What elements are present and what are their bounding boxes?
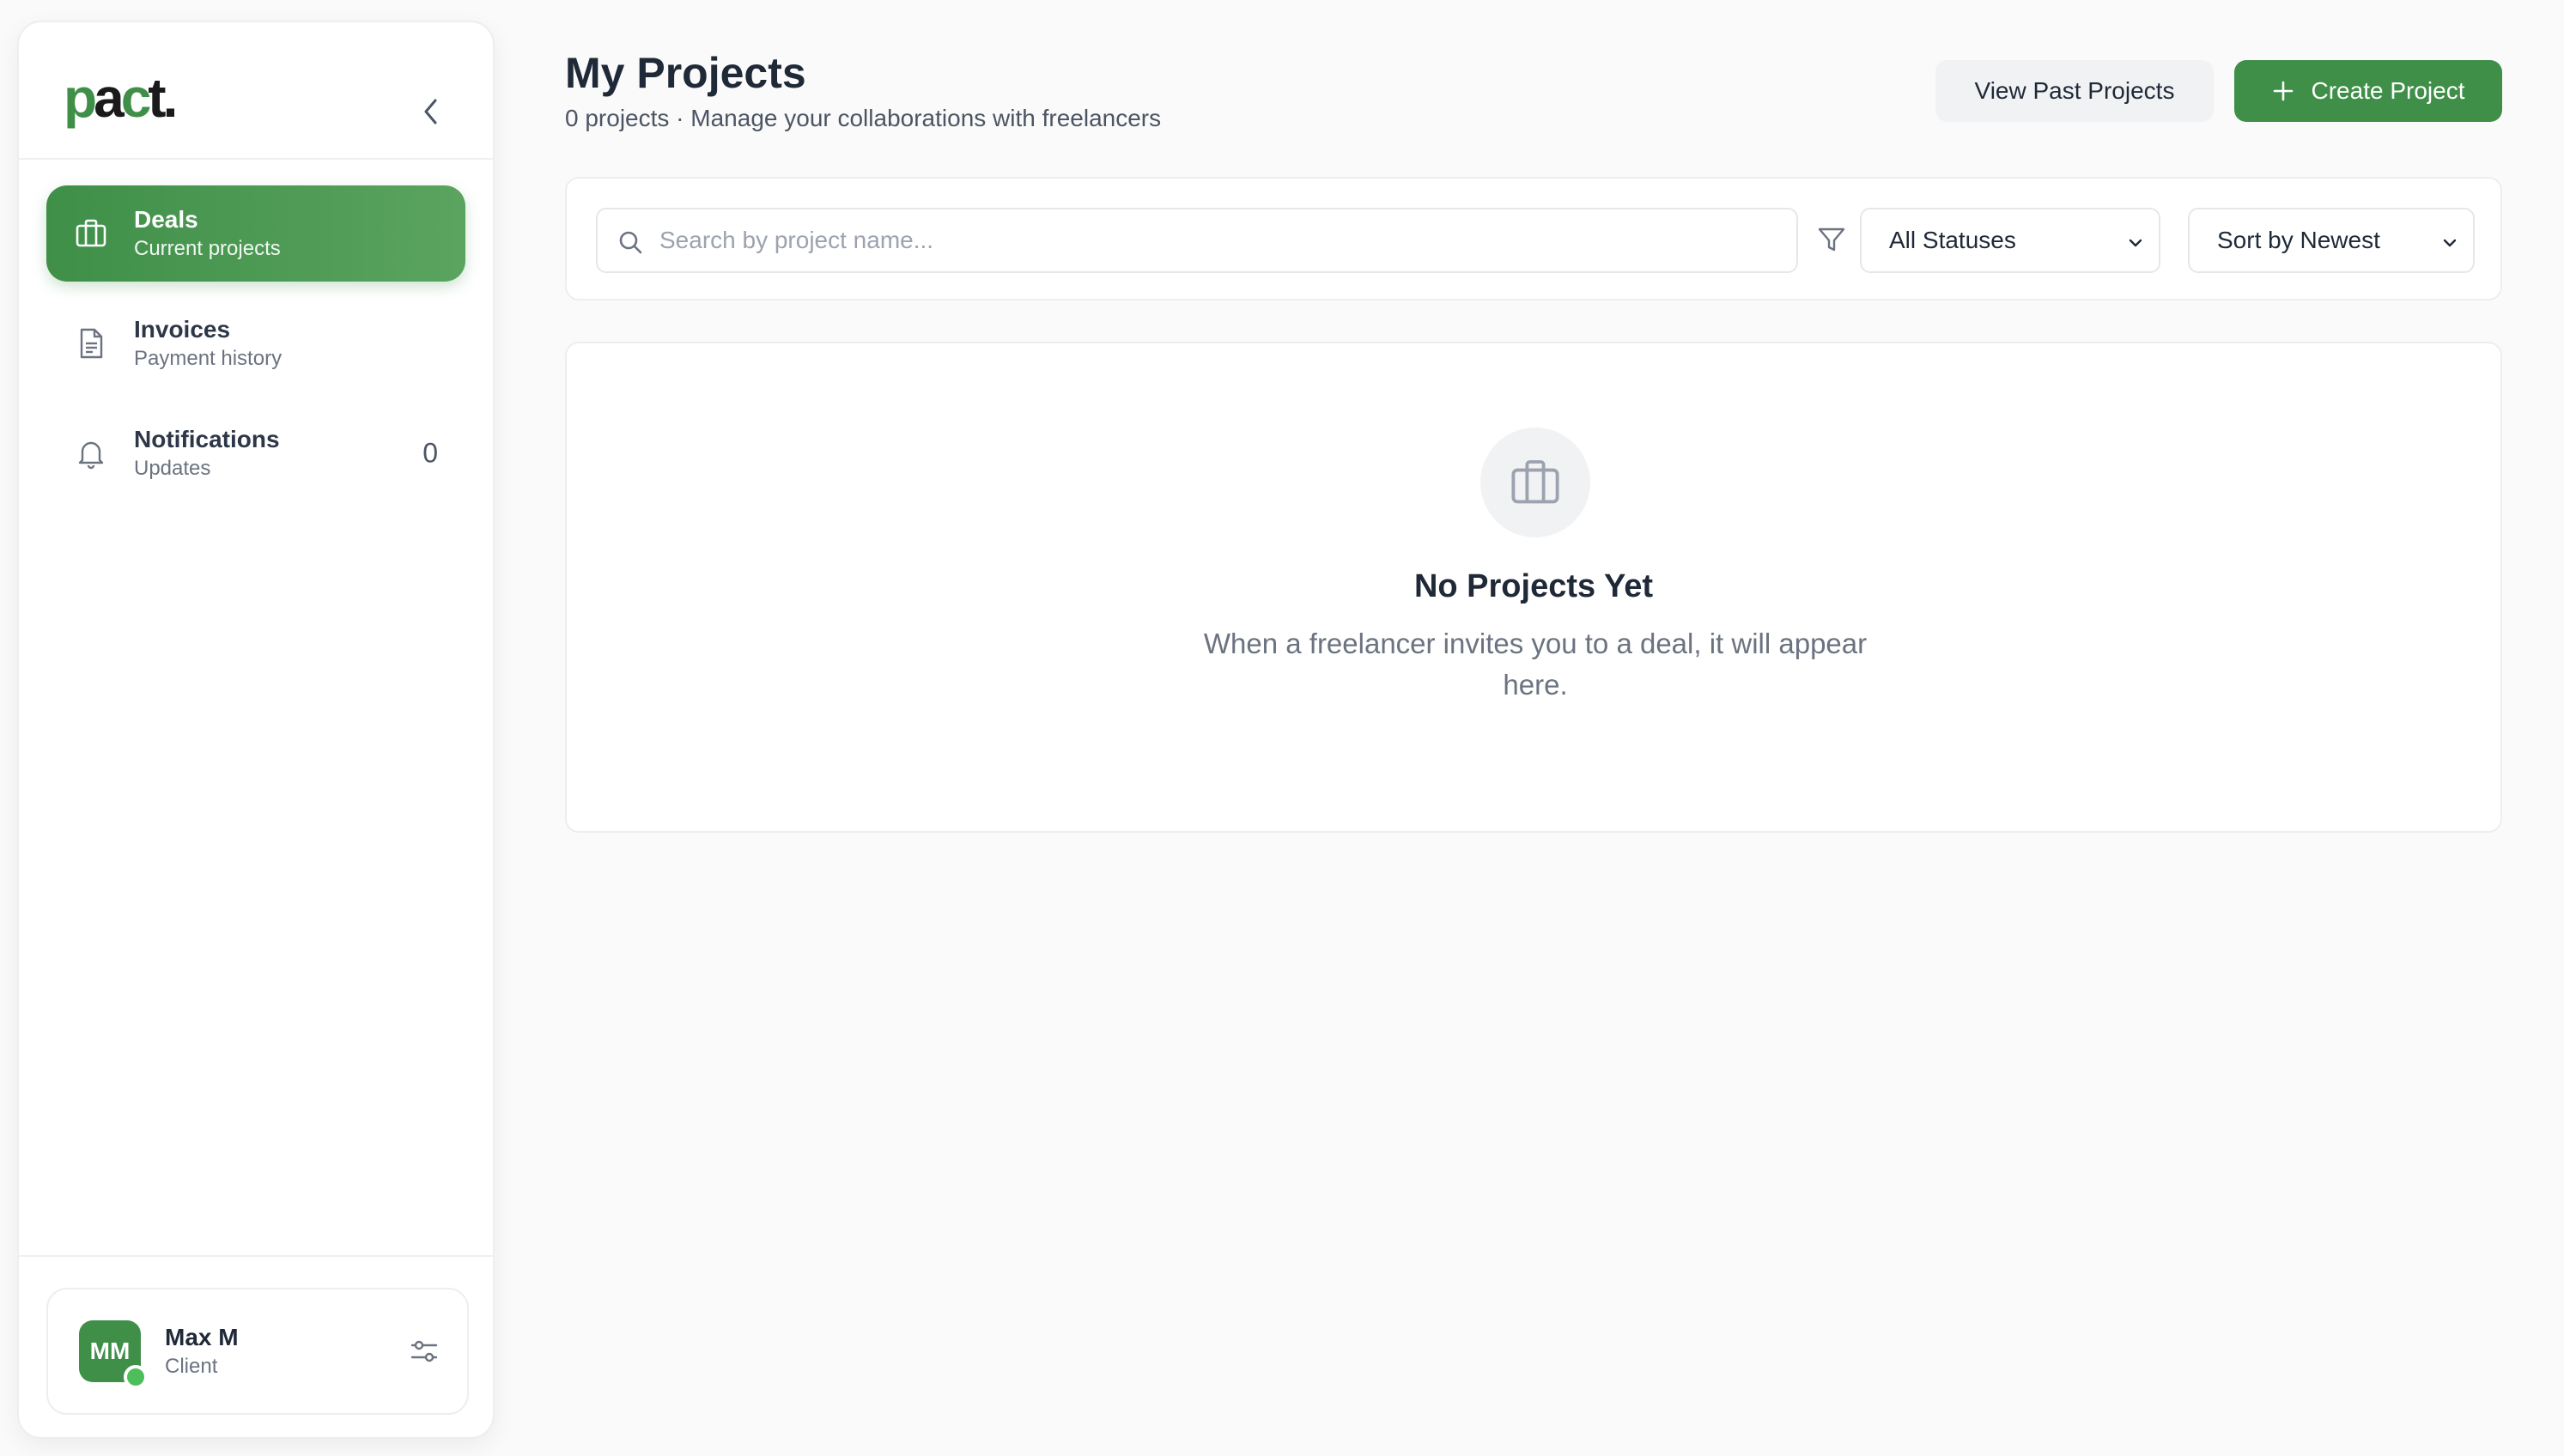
briefcase-icon <box>1511 460 1559 504</box>
sidebar-item-deals[interactable]: Deals Current projects <box>46 185 465 282</box>
search-box[interactable] <box>596 208 1798 273</box>
sidebar-item-notifications[interactable]: Notifications Updates 0 <box>46 405 465 501</box>
page-subtitle: 0 projects · Manage your collaborations … <box>565 105 1162 131</box>
chevron-down-icon <box>2129 239 2142 247</box>
document-icon <box>80 328 103 359</box>
sidebar-item-subtitle: Updates <box>134 457 211 480</box>
user-role: Client <box>165 1355 218 1378</box>
avatar-initials: MM <box>89 1338 131 1364</box>
plus-icon <box>2273 81 2293 101</box>
bell-icon <box>78 441 104 470</box>
pact-logo: pact. <box>64 67 179 129</box>
sidebar-collapse-button[interactable] <box>414 88 448 136</box>
sidebar-divider <box>19 1255 493 1257</box>
sidebar-item-title: Deals <box>134 206 198 233</box>
sort-select-value: Sort by Newest <box>2217 227 2380 253</box>
filter-bar: All Statuses Sort by Newest <box>565 177 2502 300</box>
user-profile-card[interactable]: MM Max M Client <box>46 1288 469 1415</box>
sidebar-nav: Deals Current projects Invoices Payment … <box>19 160 493 501</box>
search-input[interactable] <box>659 209 1784 271</box>
chevron-down-icon <box>2443 239 2457 247</box>
sliders-icon[interactable] <box>407 1334 441 1368</box>
online-status-indicator <box>124 1365 148 1389</box>
svg-text:pact.: pact. <box>64 67 175 129</box>
notification-count: 0 <box>422 437 438 469</box>
page-title: My Projects <box>565 49 806 97</box>
create-project-button[interactable]: Create Project <box>2234 60 2502 122</box>
status-select[interactable]: All Statuses <box>1860 208 2160 273</box>
filter-icon <box>1818 228 1845 252</box>
sidebar-header: pact. <box>19 22 493 160</box>
app-window: pact. Deals Current projects Invoices Pa… <box>0 0 2564 1456</box>
chevron-left-icon <box>424 99 437 124</box>
empty-state-panel: No Projects Yet When a freelancer invite… <box>565 342 2502 833</box>
view-past-projects-label: View Past Projects <box>1974 77 2175 104</box>
briefcase-icon <box>76 219 106 247</box>
sort-select[interactable]: Sort by Newest <box>2188 208 2475 273</box>
empty-state-title: No Projects Yet <box>1413 568 1654 604</box>
view-past-projects-button[interactable]: View Past Projects <box>1935 60 2214 122</box>
sidebar-item-title: Invoices <box>134 316 231 343</box>
empty-state-description: When a freelancer invites you to a deal,… <box>1203 628 1868 701</box>
user-name: Max M <box>165 1324 239 1350</box>
empty-state-icon-circle <box>1480 428 1590 537</box>
avatar: MM <box>79 1320 148 1389</box>
sidebar-item-subtitle: Current projects <box>134 237 281 260</box>
status-select-value: All Statuses <box>1889 227 2016 253</box>
create-project-label: Create Project <box>2311 77 2465 104</box>
sidebar-item-subtitle: Payment history <box>134 347 283 370</box>
sidebar-item-invoices[interactable]: Invoices Payment history <box>46 295 465 391</box>
sidebar: pact. Deals Current projects Invoices Pa… <box>17 21 495 1439</box>
search-icon <box>619 231 642 254</box>
sidebar-item-title: Notifications <box>134 426 280 452</box>
